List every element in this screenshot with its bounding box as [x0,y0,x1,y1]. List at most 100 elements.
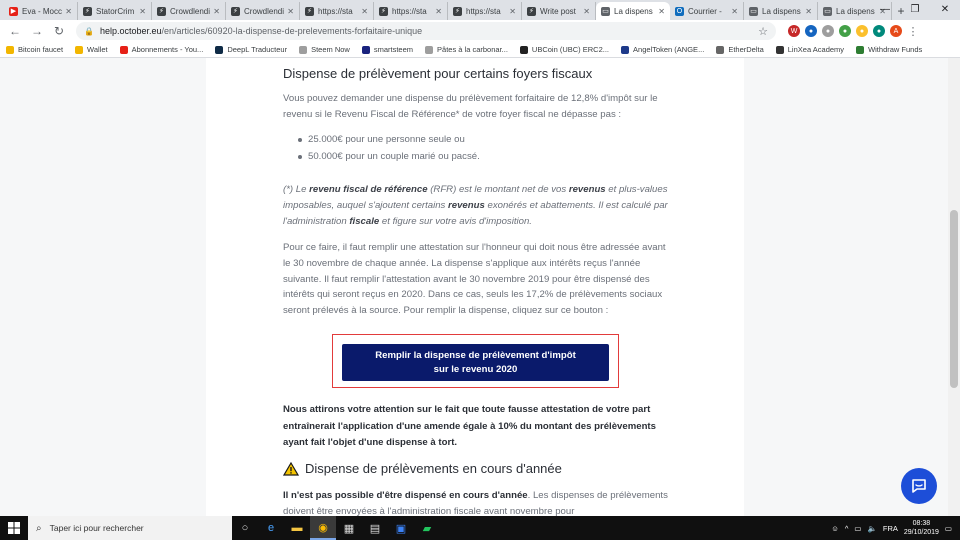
browser-tab[interactable]: ⚡ Crowdlendi ✕ [226,2,300,20]
edge-icon[interactable]: e [258,516,284,540]
extension-icon[interactable]: ● [805,25,817,37]
tab-close-icon[interactable]: ✕ [213,7,220,16]
browser-tab[interactable]: ⚡ Crowdlendi ✕ [152,2,226,20]
back-icon[interactable]: ← [6,22,24,40]
bookmark-label: UBCoin (UBC) ERC2... [531,45,610,54]
extension-icon[interactable]: ● [839,25,851,37]
tab-favicon-icon: ▭ [823,6,832,16]
network-icon[interactable]: ▭ [854,524,861,533]
volume-icon[interactable]: 🔈 [868,524,877,533]
avatar[interactable]: A [890,25,902,37]
chrome-icon[interactable]: ◉ [310,516,336,540]
tab-close-icon[interactable]: ✕ [287,7,294,16]
bookmark-item[interactable]: AngelToken (ANGE... [621,45,704,54]
tab-close-icon[interactable]: ✕ [805,7,812,16]
tab-strip: ▶ Eva - Mocc ✕ ⚡ StatorCrim ✕ ⚡ Crowdlendi ✕ ⚡ Cro… [0,0,960,20]
maximize-icon[interactable]: ❐ [900,0,930,18]
forward-icon[interactable]: → [28,22,46,40]
task-view-icon[interactable]: ○ [232,516,258,540]
bookmark-favicon-icon [425,45,434,54]
people-icon[interactable]: ☺ [831,524,839,533]
fill-dispense-button[interactable]: Remplir la dispense de prélèvement d'imp… [342,344,609,381]
taskbar-search-box[interactable]: ⌕ Taper ici pour rechercher [28,516,232,540]
close-icon[interactable]: ✕ [930,0,960,18]
scrollbar-thumb[interactable] [950,210,958,388]
bookmark-label: AngelToken (ANGE... [633,45,705,54]
chevron-up-icon[interactable]: ^ [845,524,849,533]
bookmark-label: Wallet [87,45,108,54]
minimize-icon[interactable]: — [870,0,900,18]
bookmark-item[interactable]: Abonnements - You... [119,45,203,54]
app-icon[interactable]: ▣ [388,516,414,540]
tab-close-icon[interactable]: ✕ [65,7,72,16]
tab-close-icon[interactable]: ✕ [731,7,738,16]
tab-title: Write post [540,6,576,16]
menu-icon[interactable]: ⋮ [907,25,919,38]
search-icon: ⌕ [36,522,42,534]
bookmark-item[interactable]: Bitcoin faucet [6,45,63,54]
file-explorer-icon[interactable]: ▬ [284,516,310,540]
bookmark-item[interactable]: smartsteem [361,45,413,54]
bookmark-item[interactable]: EtherDelta [716,45,764,54]
tab-close-icon[interactable]: ✕ [435,7,442,16]
scrollbar[interactable] [948,58,960,516]
browser-tab[interactable]: ⚡ Write post ✕ [522,2,596,20]
tab-favicon-icon: ⚡ [453,6,462,16]
browser-tab[interactable]: ▶ Eva - Mocc ✕ [4,2,78,20]
bookmark-item[interactable]: Wallet [75,45,108,54]
bookmark-label: Pâtes à la carbonar... [437,45,508,54]
calculator-icon[interactable]: ▦ [336,516,362,540]
tab-favicon-icon: ⚡ [83,6,92,16]
tab-favicon-icon: ▶ [9,6,18,16]
tab-close-icon[interactable]: ✕ [361,7,368,16]
extension-icon[interactable]: ● [873,25,885,37]
tab-favicon-icon: ⚡ [231,6,240,16]
tab-close-icon[interactable]: ✕ [658,7,665,16]
bookmark-item[interactable]: Withdraw Funds [856,45,922,54]
address-bar[interactable]: 🔒 help.october.eu/en/articles/60920-la-d… [76,22,776,40]
browser-tab[interactable]: O Courrier - ✕ [670,2,744,20]
warning-paragraph: Nous attirons votre attention sur le fai… [283,404,656,448]
browser-tab[interactable]: ⚡ https://sta ✕ [300,2,374,20]
clock[interactable]: 08:38 29/10/2019 [904,519,939,537]
bookmark-item[interactable]: Pâtes à la carbonar... [425,45,508,54]
notifications-icon[interactable]: ▭ [945,524,952,533]
warning-icon [283,461,299,476]
browser-tab[interactable]: ⚡ StatorCrim ✕ [78,2,152,20]
extension-icon[interactable]: W [788,25,800,37]
intro-paragraph: Vous pouvez demander une dispense du pré… [283,93,658,120]
extension-icon[interactable]: ● [856,25,868,37]
tab-close-icon[interactable]: ✕ [509,7,516,16]
page-viewport: Dispense de prélèvement pour certains fo… [0,58,960,516]
tab-close-icon[interactable]: ✕ [139,7,146,16]
bookmark-item[interactable]: UBCoin (UBC) ERC2... [519,45,610,54]
lock-icon: 🔒 [84,26,94,36]
bookmarks-bar: Bitcoin faucet Wallet Abonnements - You...… [0,42,960,58]
browser-tab[interactable]: ⚡ https://sta ✕ [374,2,448,20]
procedure-paragraph: Pour ce faire, il faut remplir une attes… [283,242,666,317]
bookmark-item[interactable]: DeepL Traducteur [215,45,287,54]
bookmark-item[interactable]: LinXea Academy [775,45,844,54]
threshold-list: 25.000€ pour une personne seule ou 50.00… [298,131,480,165]
document-icon[interactable]: ▤ [362,516,388,540]
reload-icon[interactable]: ↻ [50,22,68,40]
bookmark-label: Bitcoin faucet [18,45,64,54]
tab-favicon-icon: ⚡ [305,6,314,16]
language-indicator[interactable]: FRA [883,524,898,533]
bookmark-label: Withdraw Funds [868,45,923,54]
bookmark-item[interactable]: Steem Now [299,45,350,54]
app-icon[interactable]: ▰ [414,516,440,540]
address-path: /en/articles/60920-la-dispense-de-prelev… [161,26,423,36]
browser-toolbar: ← → ↻ 🔒 help.october.eu/en/articles/6092… [0,20,960,42]
browser-tab[interactable]: ▭ La dispens ✕ [596,2,670,20]
tab-close-icon[interactable]: ✕ [583,7,590,16]
browser-tab[interactable]: ▭ La dispens ✕ [744,2,818,20]
tab-favicon-icon: O [675,6,684,16]
chat-launcher-button[interactable] [901,468,937,504]
windows-start-button[interactable] [0,516,28,540]
extensions: W ● ● ● ● ● A ⋮ [788,25,919,38]
bookmark-star-icon[interactable]: ☆ [758,25,768,38]
browser-tab[interactable]: ⚡ https://sta ✕ [448,2,522,20]
extension-icon[interactable]: ● [822,25,834,37]
bookmark-favicon-icon [361,45,370,54]
